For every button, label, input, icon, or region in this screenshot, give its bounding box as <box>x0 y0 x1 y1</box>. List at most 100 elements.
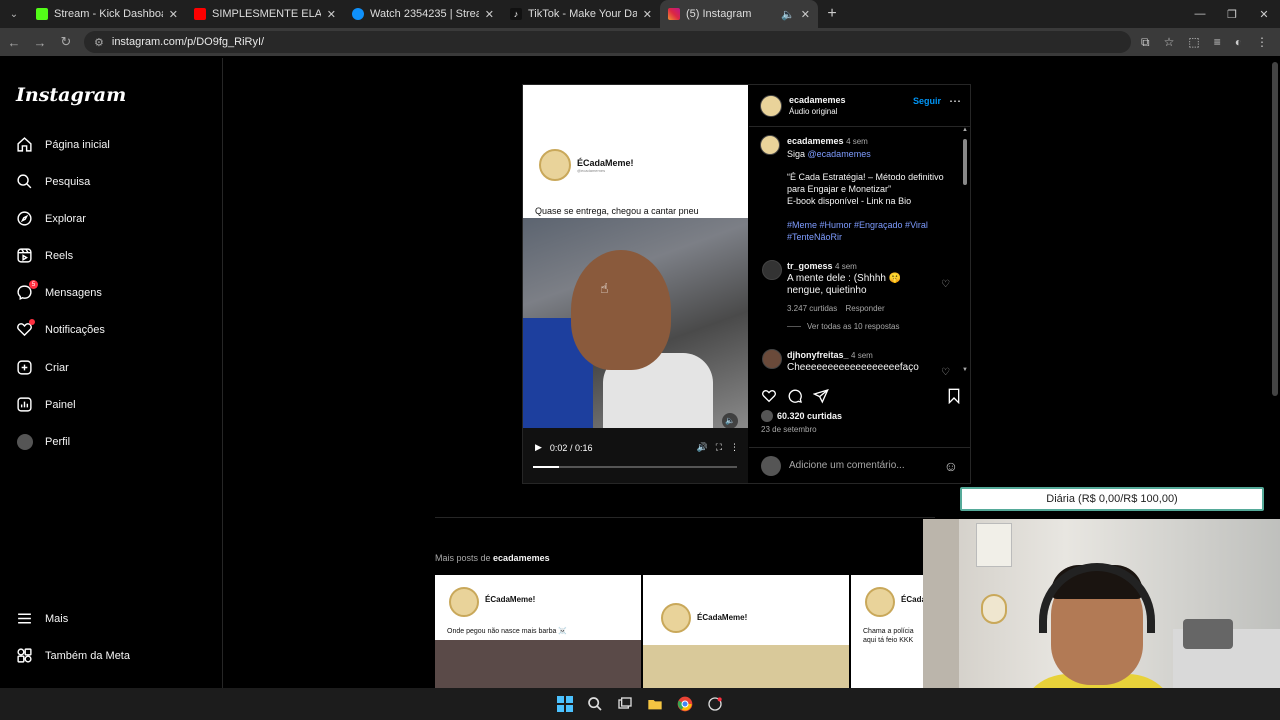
mute-icon[interactable]: 🔈 <box>722 413 738 429</box>
audio-label[interactable]: Áudio original <box>789 107 846 116</box>
close-icon[interactable]: ✕ <box>485 8 494 21</box>
sidebar-item-home[interactable]: Página inicial <box>16 136 110 153</box>
taskbar-search-icon[interactable] <box>585 694 605 714</box>
thumbnail-brand: ÉCadaMeme! <box>697 613 748 622</box>
like-heart-icon[interactable] <box>761 388 777 409</box>
author-username[interactable]: ecadamemes <box>789 95 846 105</box>
app-icon[interactable] <box>705 694 725 714</box>
post-header: ecadamemes Áudio original Seguir ⋯ <box>749 85 970 127</box>
site-info-icon[interactable]: ⚙ <box>94 36 104 49</box>
sidebar-item-dashboard[interactable]: Painel <box>16 396 76 413</box>
install-app-icon[interactable]: ⧉ <box>1141 35 1150 50</box>
comment-like-heart-icon[interactable]: ♡ <box>941 367 950 375</box>
file-explorer-icon[interactable] <box>645 694 665 714</box>
sidebar-item-more[interactable]: Mais <box>16 610 68 627</box>
close-icon[interactable]: ✕ <box>169 8 178 21</box>
comment-likes[interactable]: 3.247 curtidas <box>787 304 837 313</box>
author-avatar[interactable] <box>760 135 780 155</box>
thumbnail-caption: Onde pegou não nasce mais barba ☠️ <box>447 628 568 635</box>
page-scrollbar[interactable] <box>1272 62 1278 396</box>
heart-icon <box>16 319 35 338</box>
back-icon[interactable]: ← <box>6 35 22 50</box>
task-view-icon[interactable] <box>615 694 635 714</box>
more-options-icon[interactable]: ⋮ <box>730 442 739 453</box>
sidebar-item-notifications[interactable]: Notificações <box>16 319 105 338</box>
new-tab-button[interactable]: + <box>818 5 846 23</box>
close-icon[interactable]: ✕ <box>801 8 810 21</box>
play-icon[interactable]: ▶ <box>535 442 542 453</box>
browser-tab[interactable]: Stream - Kick Dashboard ✕ <box>28 0 186 28</box>
sidebar-item-profile[interactable]: Perfil <box>16 433 70 450</box>
bookmark-save-icon[interactable] <box>947 388 961 409</box>
reply-button[interactable]: Responder <box>846 304 885 313</box>
caption-hashtags[interactable]: #Meme #Humor #Engraçado #Viral #TenteNão… <box>787 219 957 243</box>
caption-username[interactable]: ecadamemes <box>787 136 844 146</box>
video-progress-bar[interactable] <box>533 466 737 468</box>
menu-icon[interactable]: ⋮ <box>1256 35 1268 50</box>
tiktok-icon: ♪ <box>510 8 522 20</box>
commenter-avatar[interactable] <box>762 260 782 280</box>
browser-tab[interactable]: SIMPLESMENTE ELA - MC GAB ✕ <box>186 0 344 28</box>
liker-avatar <box>761 410 773 422</box>
window-controls: — ❐ ✕ <box>1184 0 1280 28</box>
emoji-icon[interactable]: ☺ <box>944 458 958 474</box>
sidebar-item-explore[interactable]: Explorar <box>16 210 86 227</box>
scrollbar-thumb[interactable] <box>963 139 967 185</box>
author-avatar[interactable] <box>760 95 782 117</box>
media-controls-icon[interactable]: ≡ <box>1214 35 1221 50</box>
chrome-icon[interactable] <box>675 694 695 714</box>
donation-goal-overlay: Diária (R$ 0,00/R$ 100,00) <box>960 487 1264 511</box>
browser-tab[interactable]: ♪ TikTok - Make Your Day ✕ <box>502 0 660 28</box>
comment-bubble-icon[interactable] <box>787 388 803 409</box>
restore-icon[interactable]: ❐ <box>1216 0 1248 28</box>
sidebar-item-create[interactable]: Criar <box>16 359 69 376</box>
more-post-thumbnail[interactable]: ÉCadaMeme! Onde pegou não nasce mais bar… <box>435 575 641 688</box>
fullscreen-icon[interactable]: ⛶ <box>716 442 722 453</box>
video-frame[interactable] <box>523 218 748 428</box>
dog-avatar-image <box>865 587 895 617</box>
close-icon[interactable]: ✕ <box>327 8 336 21</box>
browser-tab[interactable]: Watch 2354235 | Streamable ✕ <box>344 0 502 28</box>
close-window-icon[interactable]: ✕ <box>1248 0 1280 28</box>
sidebar-item-label: Perfil <box>45 435 71 448</box>
tab-search-icon[interactable]: ⌄ <box>0 0 28 28</box>
browser-tab-active[interactable]: (5) Instagram 🔈 ✕ <box>660 0 818 28</box>
forward-icon[interactable]: → <box>32 35 48 50</box>
comment-username[interactable]: djhonyfreitas_ <box>787 350 849 360</box>
comment-input[interactable]: Adicione um comentário... <box>789 460 936 471</box>
more-post-thumbnail[interactable]: ÉCadaMeme! <box>643 575 849 688</box>
speaker-icon[interactable]: 🔈 <box>781 8 795 21</box>
view-replies[interactable]: Ver todas as 10 respostas <box>787 321 937 333</box>
minimize-icon[interactable]: — <box>1184 0 1216 28</box>
video-time: 0:02 / 0:16 <box>549 442 593 453</box>
commenter-avatar[interactable] <box>762 349 782 369</box>
sidebar-item-reels[interactable]: Reels <box>16 247 73 264</box>
reload-icon[interactable]: ↻ <box>58 34 74 50</box>
extensions-icon[interactable]: ⬚ <box>1188 35 1199 50</box>
comments-scrollbar[interactable]: ▲ ▼ <box>962 127 968 375</box>
likes-count[interactable]: 60.320 curtidas <box>777 411 842 421</box>
search-icon <box>16 173 33 190</box>
sidebar-item-search[interactable]: Pesquisa <box>16 173 90 190</box>
instagram-logo[interactable]: Instagram <box>16 84 126 106</box>
comment-like-heart-icon[interactable]: ♡ <box>941 279 950 290</box>
bookmark-star-icon[interactable]: ☆ <box>1164 35 1175 50</box>
follow-button[interactable]: Seguir <box>913 96 941 106</box>
caption-body-text: “É Cada Estratégia! – Método definitivo … <box>787 172 944 194</box>
hand-cursor-icon: ☝ <box>600 280 609 296</box>
windows-start-icon[interactable] <box>555 694 575 714</box>
more-icon[interactable]: ⋯ <box>949 94 961 108</box>
sidebar-item-messages[interactable]: 5 Mensagens <box>16 280 102 301</box>
sidebar-item-label: Reels <box>45 249 74 262</box>
profile-avatar-icon[interactable]: ◐ <box>1235 35 1242 50</box>
comment-username[interactable]: tr_gomess <box>787 261 833 271</box>
url-field[interactable]: ⚙ instagram.com/p/DO9fg_RiRyI/ <box>84 31 1132 53</box>
more-posts-username[interactable]: ecadamemes <box>493 553 550 563</box>
more-post-thumbnail[interactable]: ÉCadaMeme! Chama a polícia aqui tá feio … <box>851 575 923 688</box>
sidebar-item-also-from-meta[interactable]: Também da Meta <box>16 647 130 664</box>
caption-mention[interactable]: @ecadamemes <box>808 149 871 159</box>
share-send-icon[interactable] <box>812 388 829 409</box>
close-icon[interactable]: ✕ <box>643 8 652 21</box>
messages-badge: 5 <box>29 280 38 289</box>
volume-icon[interactable]: 🔊 <box>696 442 707 453</box>
